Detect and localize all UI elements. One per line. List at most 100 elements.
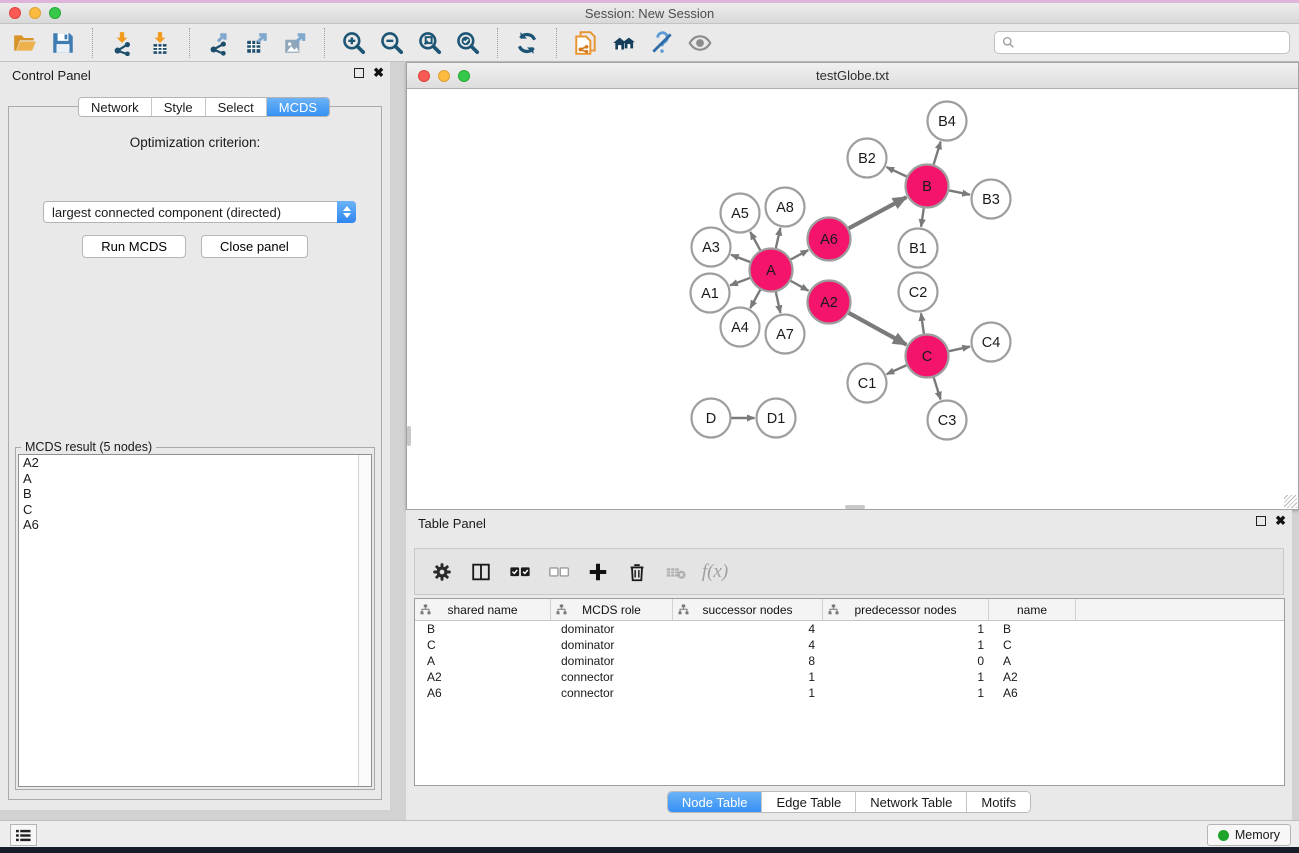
horizontal-scroll-grip[interactable] — [845, 505, 865, 509]
network-window-titlebar[interactable]: testGlobe.txt — [407, 63, 1298, 89]
table-cell[interactable]: A6 — [989, 686, 1076, 700]
graph-edge-C-C3[interactable] — [934, 377, 941, 399]
column-header-successor-nodes[interactable]: successor nodes — [673, 599, 823, 620]
new-network-from-selection-button[interactable] — [567, 27, 605, 59]
column-header-name[interactable]: name — [989, 599, 1076, 620]
mcds-result-list[interactable]: A2ABCA6 — [18, 454, 372, 787]
table-row[interactable]: A2connector11A2 — [415, 669, 1284, 685]
delete-table-button[interactable] — [663, 559, 689, 585]
function-builder-button[interactable]: f(x) — [702, 559, 728, 585]
refresh-button[interactable] — [508, 27, 546, 59]
tab-style[interactable]: Style — [152, 98, 206, 116]
graph-edge-A-A6[interactable] — [791, 250, 808, 259]
select-all-button[interactable] — [507, 559, 533, 585]
graph-edge-A-A8[interactable] — [776, 228, 780, 248]
network-canvas[interactable]: B4B2BB3A5A8A6B1A3AC2A1A2A4A7C4CC1C3DD1 — [407, 89, 1298, 509]
delete-column-button[interactable] — [624, 559, 650, 585]
table-cell[interactable]: dominator — [551, 622, 673, 636]
tab-edge-table[interactable]: Edge Table — [762, 792, 856, 812]
graph-edge-C-C1[interactable] — [887, 365, 907, 374]
table-cell[interactable]: C — [415, 638, 551, 652]
table-cell[interactable]: 1 — [823, 638, 989, 652]
save-session-button[interactable] — [44, 27, 82, 59]
table-cell[interactable]: 8 — [673, 654, 823, 668]
table-cell[interactable]: C — [989, 638, 1076, 652]
zoom-selected-button[interactable] — [449, 27, 487, 59]
column-header-predecessor-nodes[interactable]: predecessor nodes — [823, 599, 989, 620]
graph-edge-C-C2[interactable] — [921, 313, 924, 333]
import-network-button[interactable] — [103, 27, 141, 59]
result-item[interactable]: A6 — [19, 517, 371, 533]
memory-button[interactable]: Memory — [1207, 824, 1291, 846]
table-row[interactable]: Cdominator41C — [415, 637, 1284, 653]
table-cell[interactable]: connector — [551, 670, 673, 684]
import-table-button[interactable] — [141, 27, 179, 59]
export-image-button[interactable] — [276, 27, 314, 59]
result-item[interactable]: A2 — [19, 455, 371, 471]
table-cell[interactable]: A2 — [415, 670, 551, 684]
optimization-criterion-dropdown[interactable]: largest connected component (directed) — [43, 201, 356, 223]
table-cell[interactable]: 1 — [673, 686, 823, 700]
deselect-all-button[interactable] — [546, 559, 572, 585]
column-header-shared-name[interactable]: shared name — [415, 599, 551, 620]
table-cell[interactable]: 4 — [673, 638, 823, 652]
graph-edge-C-C4[interactable] — [949, 347, 970, 352]
export-table-button[interactable] — [238, 27, 276, 59]
result-item[interactable]: C — [19, 502, 371, 518]
vertical-scroll-grip[interactable] — [407, 426, 411, 446]
zoom-fit-button[interactable] — [411, 27, 449, 59]
close-panel-icon[interactable]: ✖ — [373, 68, 384, 78]
table-cell[interactable]: dominator — [551, 654, 673, 668]
table-options-button[interactable] — [429, 559, 455, 585]
show-column-button[interactable] — [468, 559, 494, 585]
table-cell[interactable]: 1 — [823, 686, 989, 700]
graph-edge-A-A4[interactable] — [750, 290, 760, 308]
close-table-panel-icon[interactable]: ✖ — [1275, 516, 1286, 526]
graph-edge-A6-B[interactable] — [849, 197, 907, 228]
table-cell[interactable]: A2 — [989, 670, 1076, 684]
float-panel-icon[interactable] — [354, 68, 364, 78]
table-row[interactable]: Adominator80A — [415, 653, 1284, 669]
float-table-panel-icon[interactable] — [1256, 516, 1266, 526]
table-cell[interactable]: B — [415, 622, 551, 636]
graph-edge-A-A7[interactable] — [776, 292, 781, 313]
task-history-button[interactable] — [10, 824, 37, 846]
table-cell[interactable]: A — [415, 654, 551, 668]
table-cell[interactable]: A6 — [415, 686, 551, 700]
search-input[interactable] — [1019, 33, 1289, 52]
search-field[interactable] — [994, 31, 1290, 54]
run-mcds-button[interactable]: Run MCDS — [82, 235, 186, 258]
table-row[interactable]: Bdominator41B — [415, 621, 1284, 637]
tab-select[interactable]: Select — [206, 98, 267, 116]
open-session-button[interactable] — [6, 27, 44, 59]
column-header-mcds-role[interactable]: MCDS role — [551, 599, 673, 620]
table-cell[interactable]: B — [989, 622, 1076, 636]
tab-node-table[interactable]: Node Table — [668, 792, 763, 812]
graph-edge-A-A2[interactable] — [791, 281, 809, 291]
export-network-button[interactable] — [200, 27, 238, 59]
zoom-in-button[interactable] — [335, 27, 373, 59]
table-cell[interactable]: dominator — [551, 638, 673, 652]
table-cell[interactable]: 1 — [673, 670, 823, 684]
table-cell[interactable]: A — [989, 654, 1076, 668]
show-graphics-details-button[interactable] — [681, 27, 719, 59]
add-row-button[interactable] — [585, 559, 611, 585]
tab-network[interactable]: Network — [79, 98, 152, 116]
tab-mcds[interactable]: MCDS — [267, 98, 329, 116]
first-neighbors-button[interactable] — [605, 27, 643, 59]
graph-edge-A-A1[interactable] — [730, 278, 750, 285]
table-cell[interactable]: connector — [551, 686, 673, 700]
table-row[interactable]: A6connector11A6 — [415, 685, 1284, 701]
tab-motifs[interactable]: Motifs — [967, 792, 1030, 812]
table-cell[interactable]: 4 — [673, 622, 823, 636]
graph-edge-B-B2[interactable] — [886, 167, 906, 176]
graph-edge-B-B1[interactable] — [921, 208, 924, 226]
table-cell[interactable]: 0 — [823, 654, 989, 668]
graph-edge-B-B3[interactable] — [949, 190, 970, 194]
window-resize-grip[interactable] — [1284, 495, 1297, 508]
network-graph[interactable]: B4B2BB3A5A8A6B1A3AC2A1A2A4A7C4CC1C3DD1 — [407, 89, 1298, 509]
graph-edge-A-A3[interactable] — [731, 255, 750, 262]
zoom-out-button[interactable] — [373, 27, 411, 59]
hide-details-button[interactable] — [643, 27, 681, 59]
graph-edge-A2-C[interactable] — [849, 313, 907, 345]
